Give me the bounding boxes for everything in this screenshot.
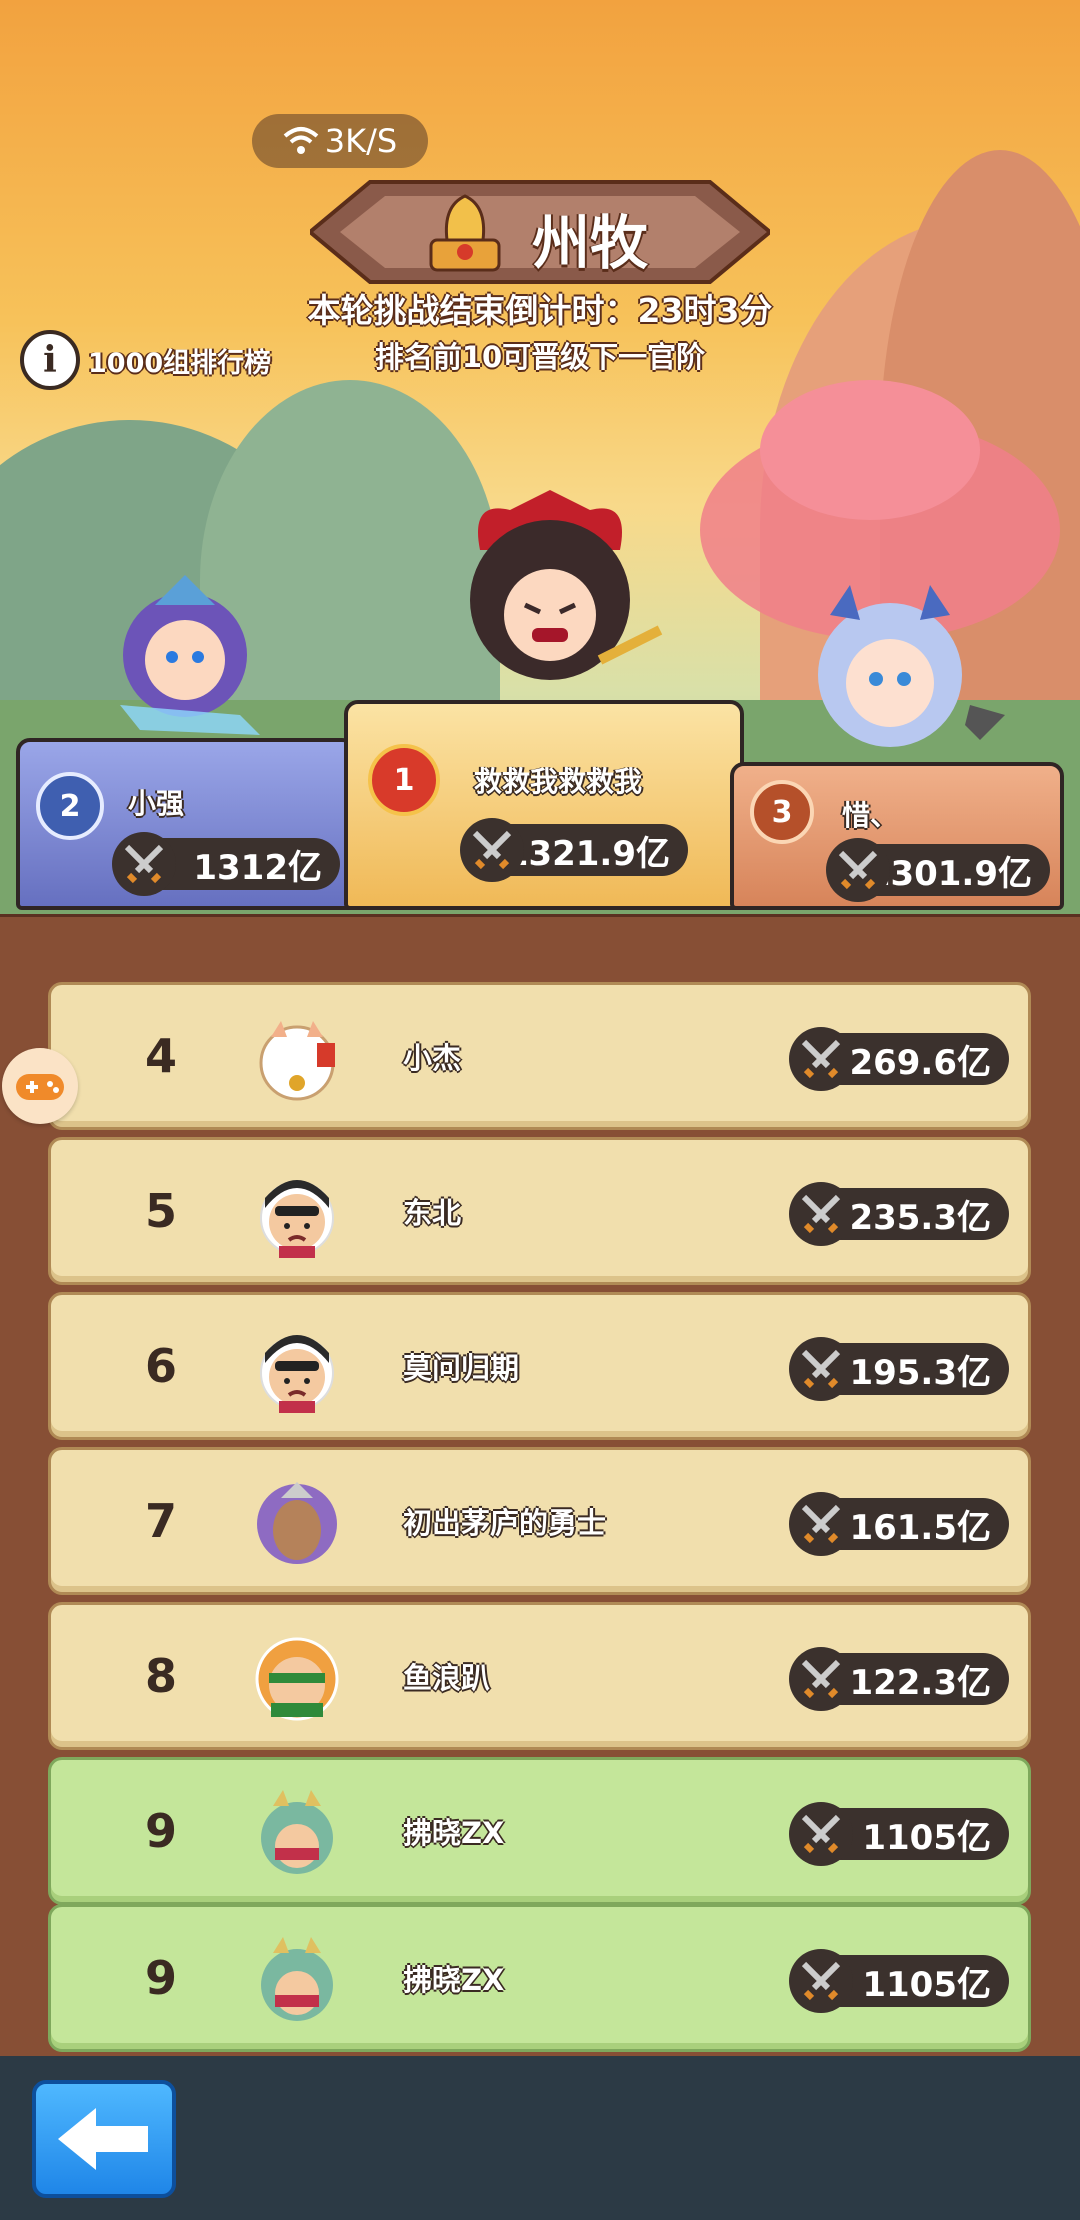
countdown-text: 本轮挑战结束倒计时：23时3分: [307, 291, 773, 330]
lucky-cat-icon[interactable]: [251, 1013, 343, 1105]
rank-badge-2: 2: [36, 772, 104, 840]
row-power: 1195.3亿: [789, 1337, 1009, 1401]
podium-rank-1[interactable]: 1 救救我救救我 1321.9亿: [344, 700, 744, 910]
leaderboard-row[interactable]: 5 东北 1235.3亿: [48, 1137, 1031, 1285]
official-rank-icon: [429, 194, 501, 272]
sword-icon: [789, 1182, 853, 1246]
row-rank: 5: [144, 1184, 177, 1238]
leaderboard-row[interactable]: 4 小杰 1269.6亿: [48, 982, 1031, 1130]
row-power: 1235.3亿: [789, 1182, 1009, 1246]
back-arrow-icon: [58, 2108, 148, 2170]
gamepad-icon[interactable]: [2, 1048, 78, 1124]
info-icon: i: [20, 330, 80, 390]
podium-name-3: 惜、: [842, 799, 899, 832]
leaderboard-row[interactable]: 8 鱼浪趴 1122.3亿: [48, 1602, 1031, 1750]
row-power: 1105亿: [789, 1949, 1009, 2013]
row-rank: 7: [144, 1494, 177, 1548]
leaderboard-row[interactable]: 7 初出茅庐的勇士 1161.5亿: [48, 1447, 1031, 1595]
info-label: 1000组排行榜: [88, 347, 272, 379]
row-player-name: 拂晓ZX: [403, 1816, 505, 1850]
rank-badge-1: 1: [368, 744, 440, 816]
row-rank: 8: [144, 1649, 177, 1703]
horse-avatar-icon[interactable]: [251, 1478, 343, 1570]
row-player-name: 小杰: [403, 1041, 462, 1075]
man-avatar-icon[interactable]: [251, 1168, 343, 1260]
podium-power-1: 1321.9亿: [460, 818, 688, 882]
page-title: 州牧: [532, 209, 649, 277]
podium-rank-3[interactable]: 3 惜、 1301.9亿: [730, 762, 1064, 910]
row-rank: 4: [144, 1029, 177, 1083]
hero-rank-2[interactable]: [100, 555, 270, 745]
row-player-name: 东北: [403, 1196, 462, 1230]
wifi-icon: [283, 127, 319, 154]
hero-rank-1[interactable]: [430, 490, 670, 710]
row-power: 1105亿: [789, 1802, 1009, 1866]
row-player-name: 鱼浪趴: [403, 1661, 491, 1695]
man-avatar-icon[interactable]: [251, 1323, 343, 1415]
leaderboard-row[interactable]: 9 拂晓ZX 1105亿: [48, 1757, 1031, 1905]
podium-name-1: 救救我救救我: [474, 765, 643, 798]
row-player-name: 初出茅庐的勇士: [403, 1506, 607, 1540]
network-speed-text: 3K/S: [324, 122, 398, 160]
sword-icon: [826, 838, 890, 902]
podium-power-3: 1301.9亿: [826, 838, 1050, 902]
sword-icon: [789, 1802, 853, 1866]
sword-icon: [789, 1027, 853, 1091]
row-rank: 6: [144, 1339, 177, 1393]
podium-name-2: 小强: [128, 787, 185, 820]
dragon-avatar-icon[interactable]: [251, 1788, 343, 1880]
podium-power-2: 1312亿: [112, 832, 340, 896]
sword-icon: [789, 1949, 853, 2013]
rank-badge-3: 3: [750, 780, 814, 844]
dragon-avatar-icon[interactable]: [251, 1935, 343, 2027]
row-player-name: 拂晓ZX: [403, 1963, 505, 1997]
row-power: 1269.6亿: [789, 1027, 1009, 1091]
leaderboard-row[interactable]: 9 拂晓ZX 1105亿: [48, 1904, 1031, 2052]
back-button[interactable]: [32, 2080, 176, 2198]
headband-avatar-icon[interactable]: [251, 1633, 343, 1725]
sword-icon: [460, 818, 524, 882]
sword-icon: [789, 1647, 853, 1711]
sword-icon: [789, 1337, 853, 1401]
leaderboard-row[interactable]: 6 莫问归期 1195.3亿: [48, 1292, 1031, 1440]
info-button[interactable]: i 1000组排行榜: [20, 330, 271, 390]
network-speed-indicator: 3K/S: [252, 114, 428, 168]
row-player-name: 莫问归期: [403, 1351, 520, 1385]
row-rank: 9: [144, 1951, 177, 2005]
row-power: 1161.5亿: [789, 1492, 1009, 1556]
hero-rank-3[interactable]: [790, 575, 1010, 765]
row-rank: 9: [144, 1804, 177, 1858]
sword-icon: [112, 832, 176, 896]
podium-rank-2[interactable]: 2 小强 1312亿: [16, 738, 356, 910]
sword-icon: [789, 1492, 853, 1556]
row-power: 1122.3亿: [789, 1647, 1009, 1711]
